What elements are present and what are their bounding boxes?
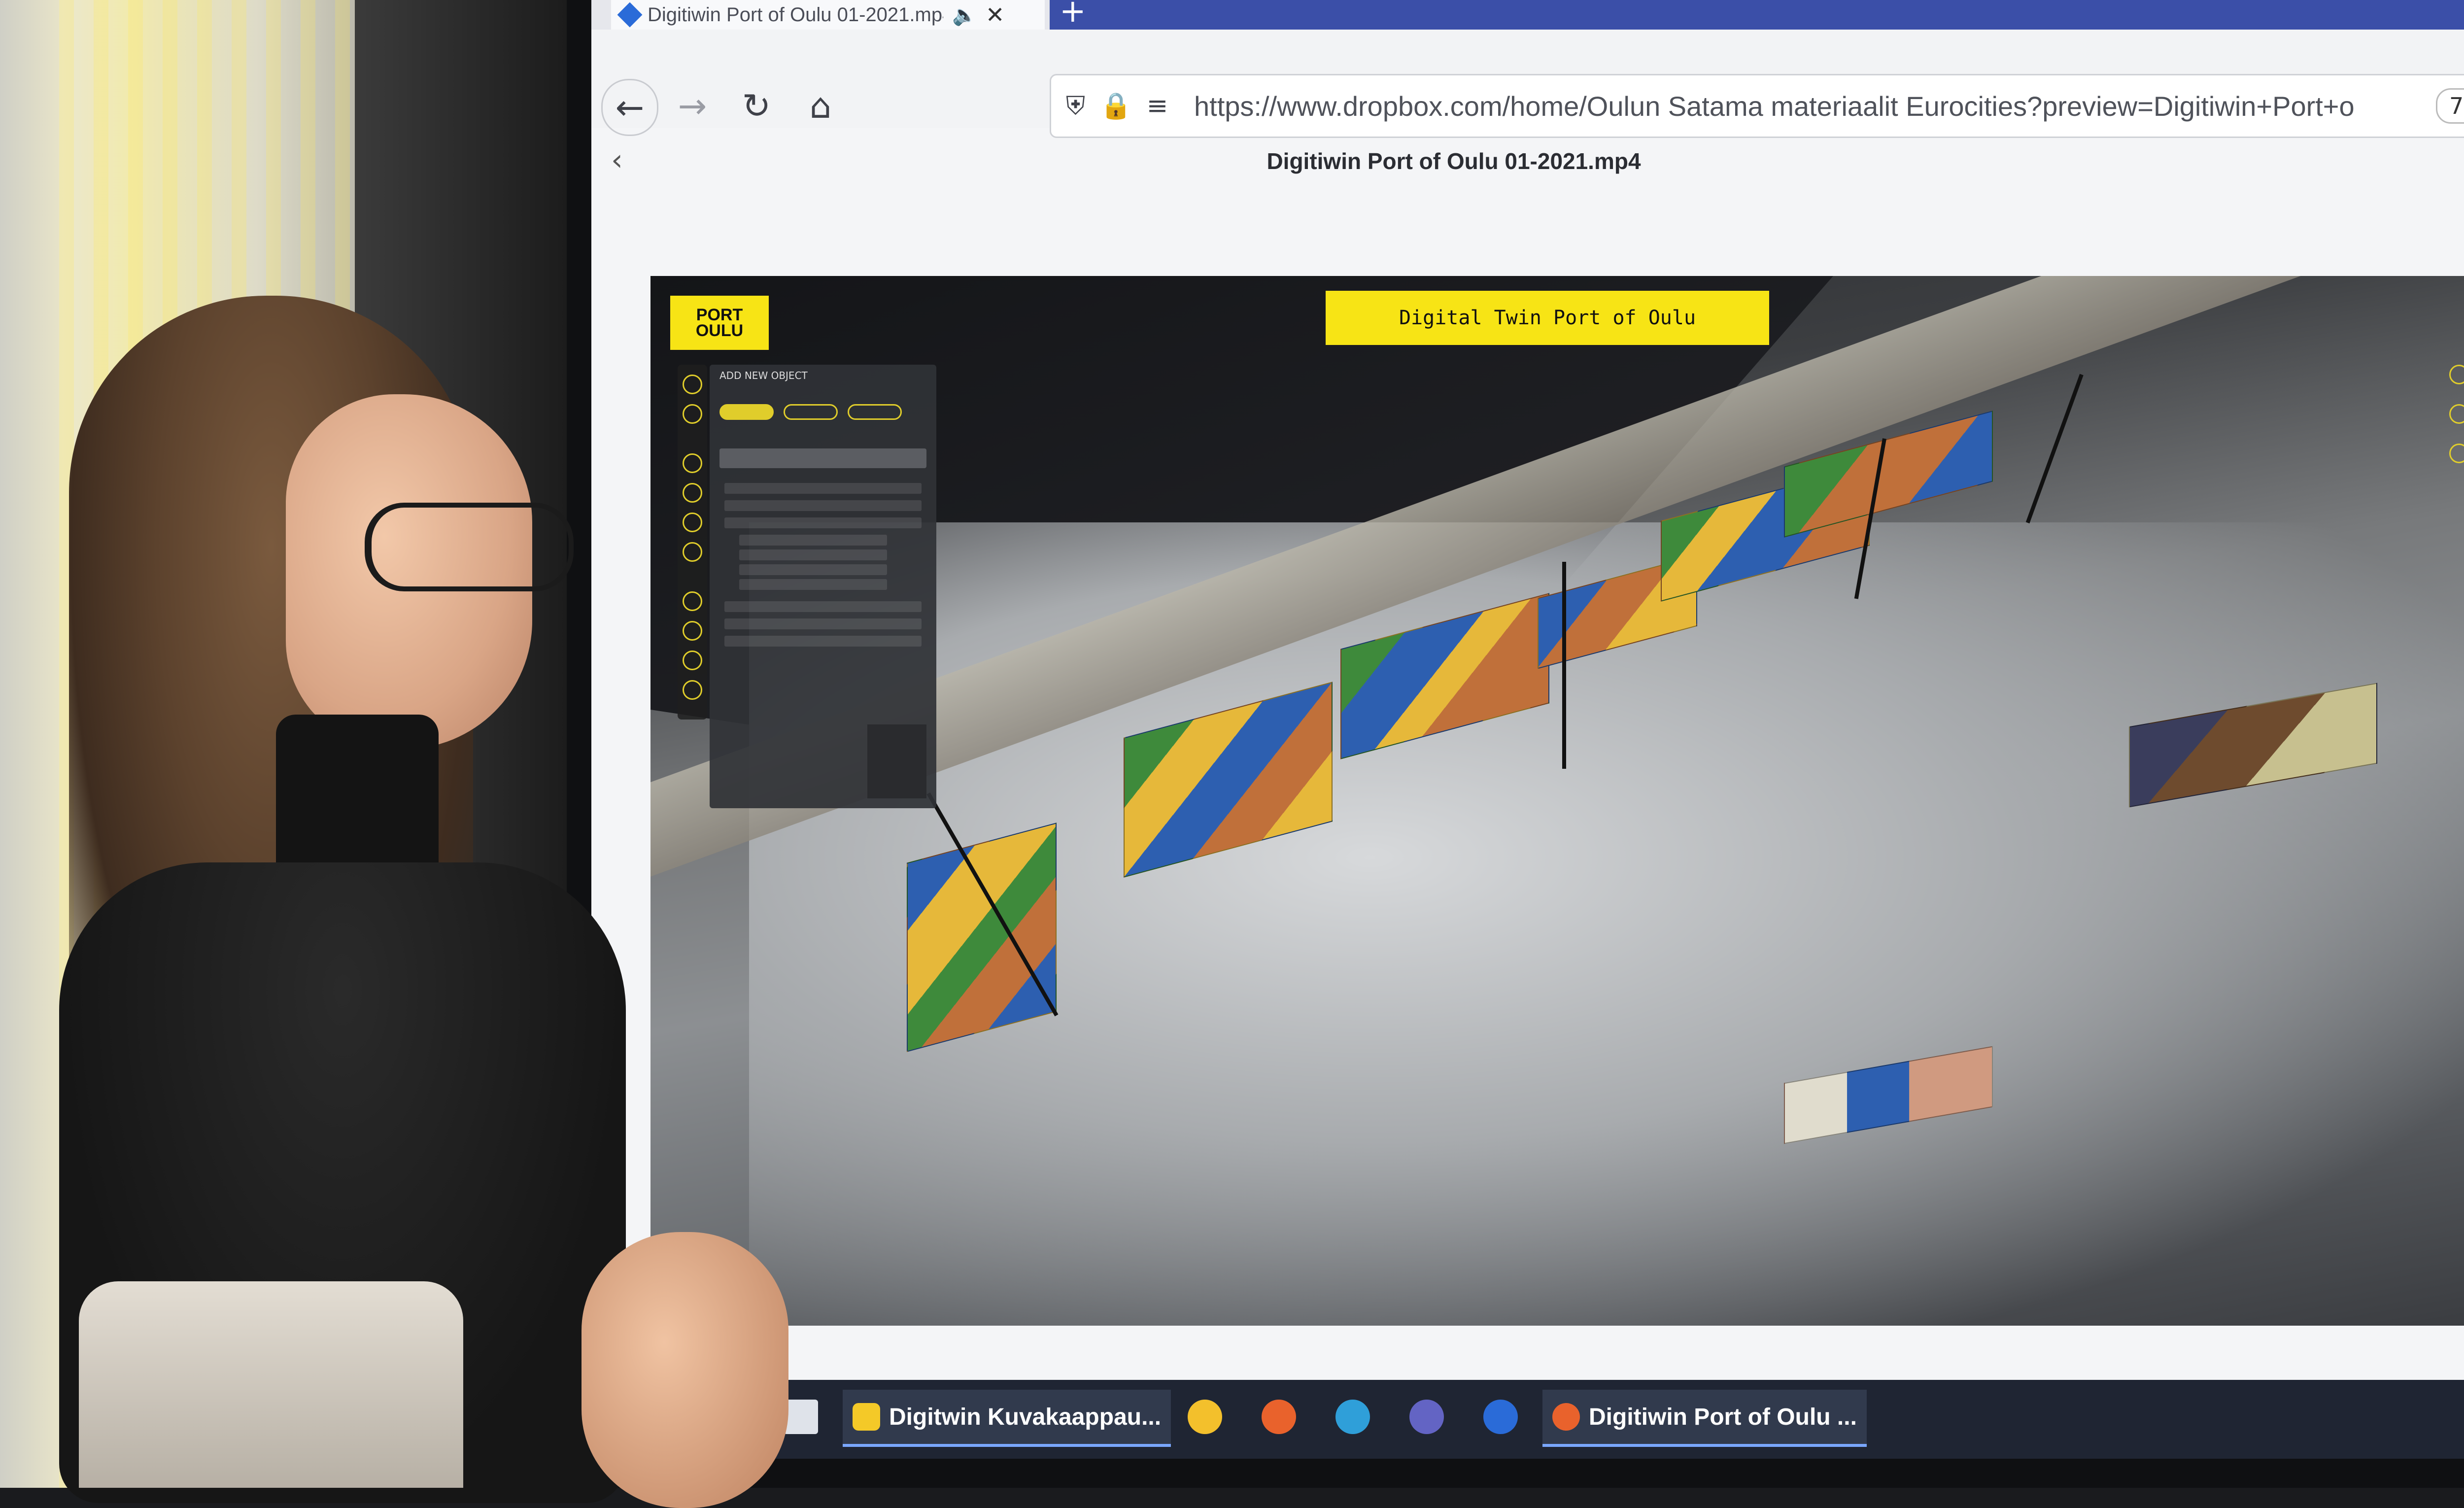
edge-icon[interactable] (1335, 1400, 1370, 1434)
notes-icon (853, 1403, 880, 1431)
mode-pill[interactable] (719, 404, 774, 420)
back-button[interactable]: ← (601, 79, 658, 136)
mode-pill[interactable] (848, 404, 902, 420)
tool-icon[interactable] (2449, 404, 2464, 424)
video-player[interactable]: PORT OULU Digital Twin Port of Oulu ADD … (650, 276, 2464, 1326)
tool-icon[interactable] (683, 621, 702, 641)
reload-button[interactable]: ↻ (729, 79, 784, 133)
light-pole (1562, 562, 1566, 769)
tool-icon[interactable] (2449, 444, 2464, 463)
taskbar-label: Digitwin Kuvakaappau... (889, 1404, 1162, 1430)
chair (79, 1281, 463, 1488)
list-item[interactable] (724, 636, 922, 647)
tab-title: Digitiwin Port of Oulu 01-2021.mp4 (648, 3, 943, 26)
list-item[interactable] (724, 601, 922, 612)
new-tab-button[interactable]: + (1050, 0, 2464, 30)
taskbar: Digitwin Kuvakaappau... Digitiwin Port o… (591, 1380, 2464, 1459)
port-oulu-logo: PORT OULU (670, 296, 769, 350)
list-item[interactable] (739, 564, 887, 575)
tool-icon[interactable] (683, 680, 702, 700)
arrow-right-icon: → (678, 86, 707, 126)
object-panel: ADD NEW OBJECT (710, 365, 936, 808)
tool-icon[interactable] (683, 483, 702, 503)
tool-icon[interactable] (683, 404, 702, 424)
list-item[interactable] (739, 579, 887, 590)
home-button[interactable]: ⌂ (793, 79, 848, 133)
home-icon: ⌂ (809, 86, 832, 126)
zoom-indicator[interactable]: 70% (2436, 88, 2464, 124)
tool-icon[interactable] (683, 651, 702, 670)
task-view-icon[interactable] (784, 1400, 818, 1434)
speaker-icon[interactable]: 🔈 (952, 3, 977, 27)
url-text[interactable]: https://www.dropbox.com/home/Oulun Satam… (1194, 90, 2426, 122)
plus-icon: + (1060, 0, 1086, 30)
firefox-icon[interactable] (1262, 1400, 1296, 1434)
tool-icon[interactable] (683, 591, 702, 611)
container-stack (907, 823, 1057, 1052)
pdf-icon[interactable] (1188, 1400, 1222, 1434)
list-item[interactable] (739, 535, 887, 546)
list-item[interactable] (724, 500, 922, 511)
preview-box (867, 724, 926, 798)
glasses (365, 503, 574, 591)
outlook-icon[interactable] (1483, 1400, 1518, 1434)
tool-icon[interactable] (683, 453, 702, 473)
tool-icon[interactable] (683, 375, 702, 394)
panel-header: ADD NEW OBJECT (719, 370, 808, 381)
list-item[interactable] (724, 618, 922, 629)
security-icons: ⛨🔒≡ (1066, 91, 1183, 121)
browser-navbar: ← → ↻ ⌂ ⛨🔒≡ https://www.dropbox.com/home… (591, 30, 2464, 138)
browser-tab[interactable]: Digitiwin Port of Oulu 01-2021.mp4 🔈 ✕ (611, 0, 1045, 30)
taskbar-item-notes[interactable]: Digitwin Kuvakaappau... (843, 1390, 1171, 1447)
close-icon[interactable]: ✕ (986, 1, 1005, 28)
clasped-hands (582, 1232, 788, 1508)
reload-icon: ↻ (742, 86, 771, 126)
tool-icon[interactable] (683, 513, 702, 532)
taskbar-item-firefox[interactable]: Digitiwin Port of Oulu ... (1542, 1390, 1867, 1447)
arrow-left-icon: ← (615, 87, 645, 128)
teams-icon[interactable] (1409, 1400, 1444, 1434)
digital-twin-banner: Digital Twin Port of Oulu (1326, 291, 1769, 345)
browser-tabbar: Digitiwin Port of Oulu 01-2021.mp4 🔈 ✕ + (591, 0, 2464, 30)
firefox-icon (1552, 1403, 1580, 1431)
screen: Digitiwin Port of Oulu 01-2021.mp4 🔈 ✕ +… (591, 0, 2464, 1459)
tool-sidebar (678, 365, 707, 720)
object-search-input[interactable] (719, 448, 926, 468)
list-item[interactable] (724, 483, 922, 494)
list-item[interactable] (739, 549, 887, 560)
mode-pill[interactable] (784, 404, 838, 420)
address-bar[interactable]: ⛨🔒≡ https://www.dropbox.com/home/Oulun S… (1050, 74, 2464, 138)
taskbar-label: Digitiwin Port of Oulu ... (1589, 1404, 1857, 1430)
tool-icon[interactable] (2449, 365, 2464, 384)
dropbox-icon (617, 2, 643, 28)
light-pole (2025, 374, 2084, 524)
file-title: Digitiwin Port of Oulu 01-2021.mp4 (1266, 148, 1641, 174)
right-toolbar (2449, 365, 2464, 493)
tool-icon[interactable] (683, 542, 702, 562)
forward-button[interactable]: → (665, 79, 719, 133)
list-item[interactable] (724, 517, 922, 528)
